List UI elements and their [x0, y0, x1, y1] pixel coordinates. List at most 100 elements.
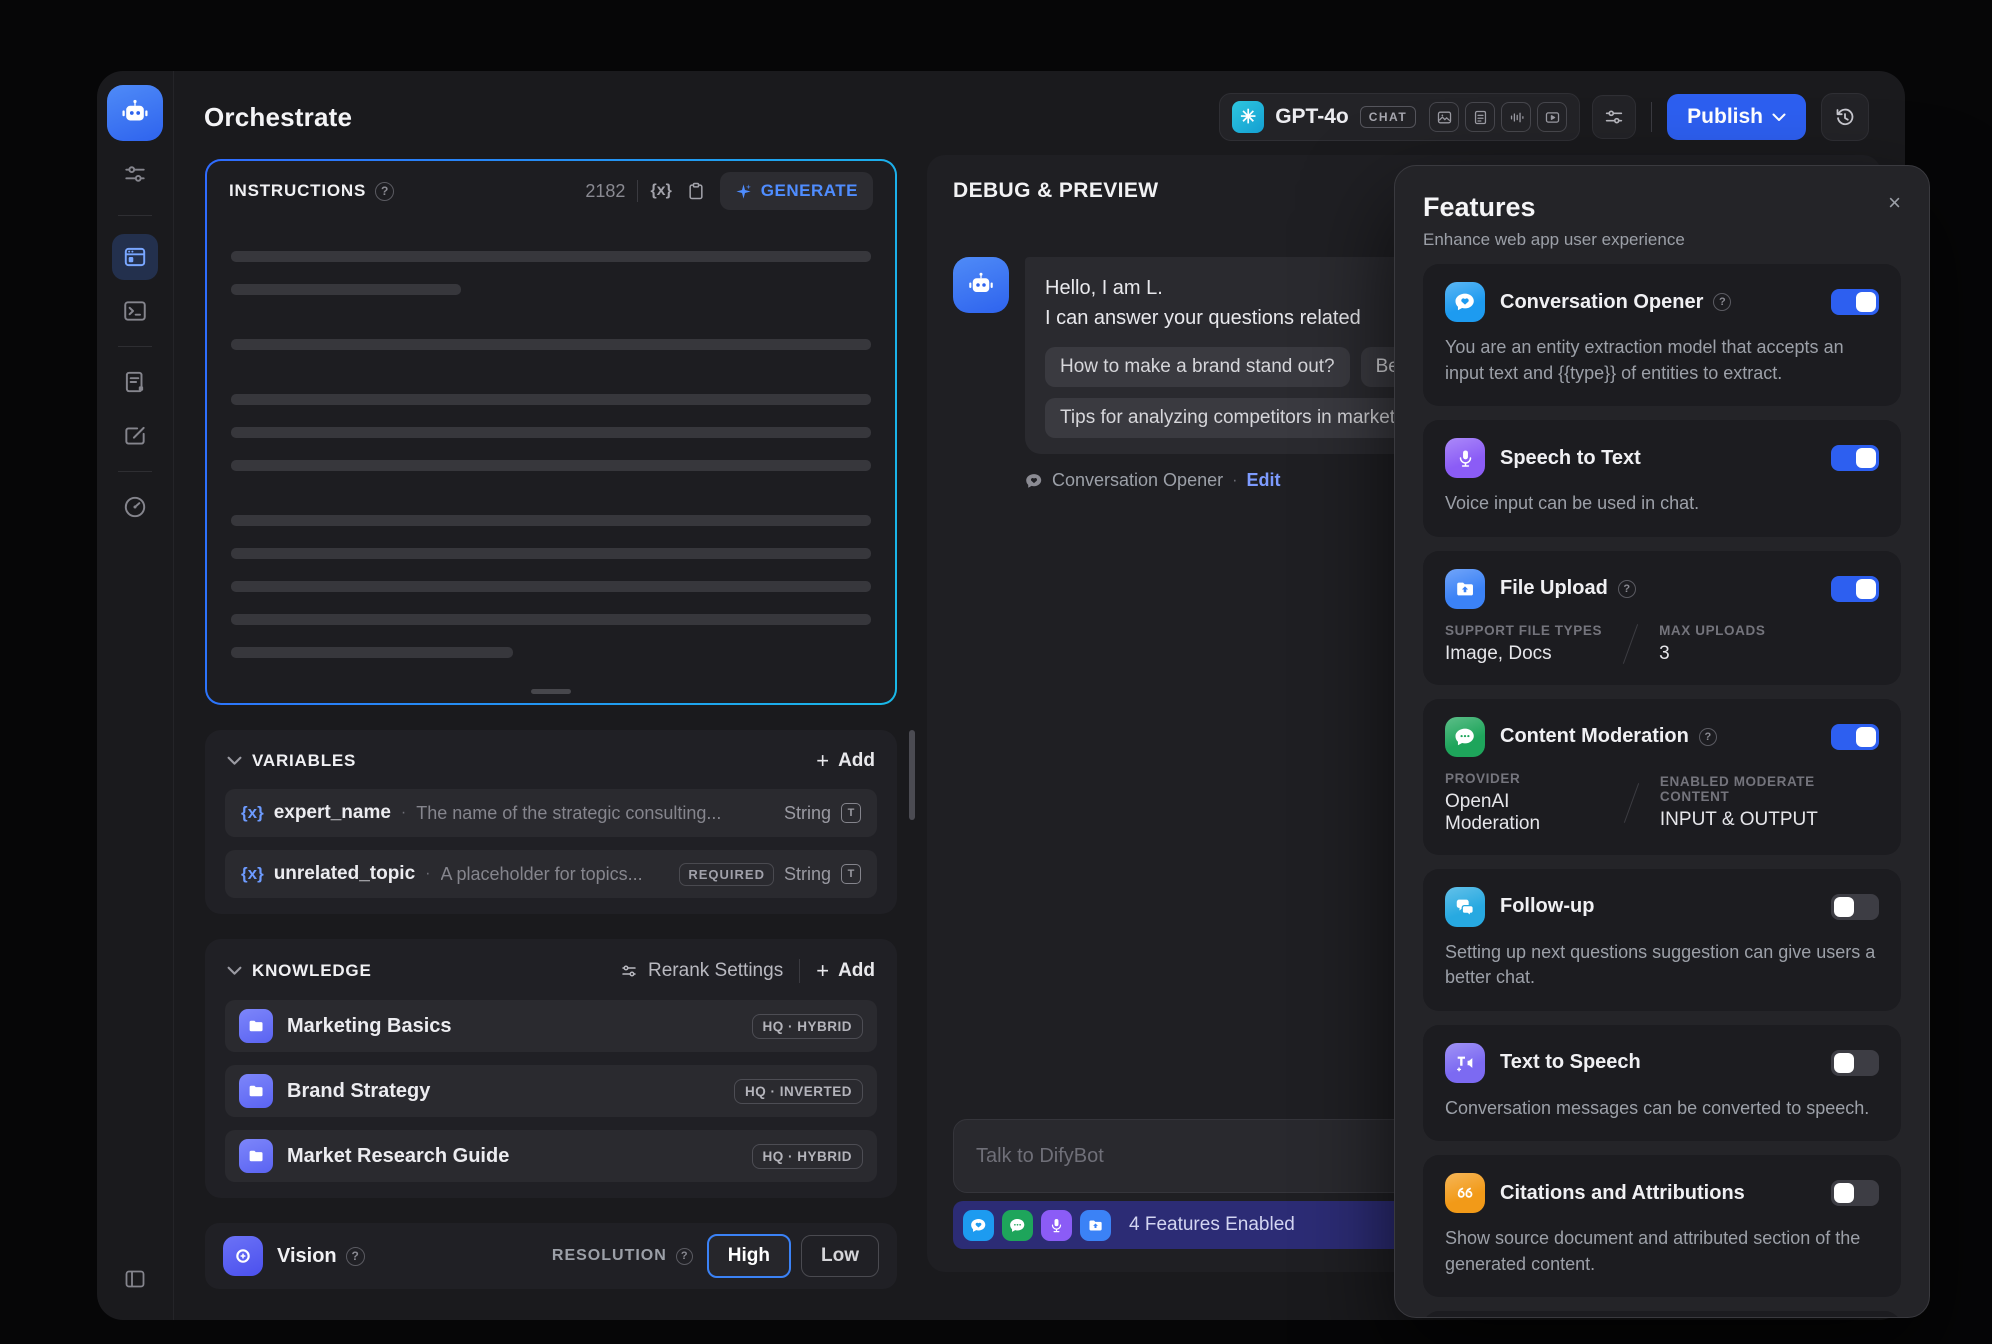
model-selector[interactable]: ✳ GPT-4o CHAT [1219, 93, 1580, 141]
char-count: 2182 [585, 181, 625, 202]
feature-title: Content Moderation [1500, 725, 1689, 748]
collapse-sidebar-icon[interactable] [112, 1256, 158, 1302]
sidebar-rail [97, 71, 174, 1320]
model-capability-icons [1429, 102, 1567, 132]
feature-title: Conversation Opener [1500, 291, 1703, 314]
knowledge-row[interactable]: Market Research Guide HQ · HYBRID [225, 1130, 877, 1182]
help-icon[interactable]: ? [375, 182, 394, 201]
conversation-opener-icon [1025, 472, 1043, 490]
feature-card-follow-up: Follow-up Setting up next questions sugg… [1423, 869, 1901, 1011]
plus-icon: + [816, 752, 829, 770]
resize-handle[interactable] [531, 689, 571, 694]
dataset-name: Brand Strategy [287, 1080, 720, 1103]
dataset-folder-icon [239, 1139, 273, 1173]
text-input-type-icon: T [841, 803, 861, 823]
text-to-speech-toggle[interactable] [1831, 1050, 1879, 1076]
bot-avatar-icon [953, 257, 1009, 313]
instructions-title: INSTRUCTIONS [229, 181, 366, 201]
opener-feature-icon [963, 1210, 994, 1241]
feature-description: You are an entity extraction model that … [1445, 335, 1879, 386]
rail-logs-icon[interactable] [112, 359, 158, 405]
dataset-name: Marketing Basics [287, 1015, 738, 1038]
feature-card-citations: Citations and Attributions Show source d… [1423, 1155, 1901, 1297]
help-icon[interactable]: ? [1618, 580, 1636, 598]
help-icon[interactable]: ? [676, 1248, 693, 1265]
citations-toggle[interactable] [1831, 1180, 1879, 1206]
knowledge-row[interactable]: Marketing Basics HQ · HYBRID [225, 1000, 877, 1052]
variables-brace-icon[interactable]: {x} [650, 182, 671, 200]
help-icon[interactable]: ? [1699, 728, 1717, 746]
features-panel-subtitle: Enhance web app user experience [1423, 230, 1901, 250]
variable-row[interactable]: {x} expert_name · The name of the strate… [225, 789, 877, 837]
required-badge: REQUIRED [679, 863, 774, 886]
variable-row[interactable]: {x} unrelated_topic · A placeholder for … [225, 850, 877, 898]
history-button[interactable] [1821, 93, 1869, 141]
speech-to-text-toggle[interactable] [1831, 445, 1879, 471]
follow-up-toggle[interactable] [1831, 894, 1879, 920]
resolution-low-button[interactable]: Low [801, 1235, 879, 1277]
content-moderation-toggle[interactable] [1831, 724, 1879, 750]
header-divider [1651, 102, 1652, 132]
variables-title: VARIABLES [252, 751, 356, 771]
toolbar-divider [637, 180, 638, 202]
rail-orchestrate-icon[interactable] [112, 234, 158, 280]
variables-section: VARIABLES +Add {x} expert_name · The nam… [205, 730, 897, 914]
feature-description: Show source document and attributed sect… [1445, 1226, 1879, 1277]
stat-value: INPUT & OUTPUT [1660, 809, 1879, 831]
features-panel-title: Features [1423, 192, 1901, 223]
content-moderation-icon [1445, 717, 1485, 757]
audio-capability-icon [1501, 102, 1531, 132]
stat-value: OpenAI Moderation [1445, 791, 1603, 835]
file-upload-icon [1445, 569, 1485, 609]
instructions-skeleton-text[interactable] [207, 221, 895, 658]
dot-separator: · [1232, 472, 1237, 490]
features-enabled-label: 4 Features Enabled [1129, 1214, 1295, 1236]
plus-icon: + [816, 962, 829, 980]
copy-icon[interactable] [686, 181, 706, 201]
app-logo-robot-icon[interactable] [107, 85, 163, 141]
suggested-question-chip[interactable]: Tips for analyzing competitors in market [1045, 398, 1410, 438]
file-upload-toggle[interactable] [1831, 576, 1879, 602]
variable-brace-icon: {x} [241, 864, 264, 884]
citations-icon [1445, 1173, 1485, 1213]
variable-description: The name of the strategic consulting... [416, 803, 721, 824]
stat-label: PROVIDER [1445, 771, 1603, 786]
rerank-sliders-icon [620, 962, 638, 980]
rail-terminal-icon[interactable] [112, 288, 158, 334]
model-tune-button[interactable] [1592, 95, 1636, 139]
rail-monitoring-icon[interactable] [112, 484, 158, 530]
desktop-background: Orchestrate ✳ GPT-4o CHAT Publish [0, 0, 1992, 1344]
feature-card-annotation-reply: Annotation Reply [1423, 1311, 1901, 1318]
resolution-high-button[interactable]: High [707, 1234, 791, 1278]
feature-title: Speech to Text [1500, 447, 1641, 470]
vision-capability-icon [1429, 102, 1459, 132]
scrollbar-thumb[interactable] [909, 730, 915, 820]
suggested-question-chip[interactable]: How to make a brand stand out? [1045, 347, 1350, 387]
rail-settings-sliders-icon[interactable] [112, 151, 158, 197]
publish-button[interactable]: Publish [1667, 94, 1806, 140]
variable-name: unrelated_topic [274, 863, 415, 885]
rail-divider [118, 346, 152, 347]
close-icon[interactable]: × [1888, 192, 1901, 214]
knowledge-row[interactable]: Brand Strategy HQ · INVERTED [225, 1065, 877, 1117]
generate-button[interactable]: GENERATE [720, 172, 873, 210]
feature-title: Follow-up [1500, 895, 1594, 918]
chat-mode-badge: CHAT [1360, 106, 1416, 128]
variable-type: String [784, 803, 831, 824]
conversation-opener-toggle[interactable] [1831, 289, 1879, 315]
rail-annotation-icon[interactable] [112, 413, 158, 459]
stat-divider [1624, 783, 1639, 823]
speech-to-text-icon [1445, 438, 1485, 478]
add-variable-button[interactable]: +Add [816, 750, 875, 772]
help-icon[interactable]: ? [346, 1247, 365, 1266]
vision-label: Vision [277, 1245, 337, 1268]
variable-type: String [784, 864, 831, 885]
chevron-down-icon[interactable] [227, 966, 242, 976]
chevron-down-icon[interactable] [227, 756, 242, 766]
help-icon[interactable]: ? [1713, 293, 1731, 311]
edit-opener-link[interactable]: Edit [1246, 470, 1280, 491]
stat-value: 3 [1659, 643, 1765, 665]
speech-feature-icon [1041, 1210, 1072, 1241]
add-knowledge-button[interactable]: +Add [816, 960, 875, 982]
rerank-settings-button[interactable]: Rerank Settings [620, 960, 783, 982]
